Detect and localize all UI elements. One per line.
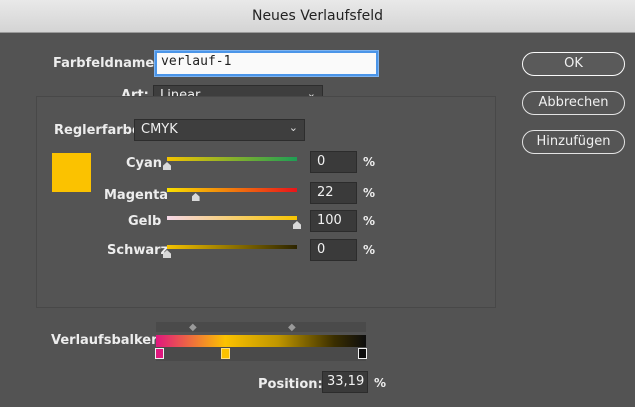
gradient-bar[interactable] (156, 335, 366, 347)
gradient-stop-start[interactable] (155, 348, 164, 359)
cyan-value-input[interactable]: 0 (310, 151, 357, 173)
window-title: Neues Verlaufsfeld (251, 8, 384, 24)
position-input[interactable]: 33,19 (322, 371, 368, 393)
stop-track[interactable] (156, 347, 366, 361)
magenta-percent: % (363, 186, 376, 200)
swatch-name-label: Farbfeldname: (53, 56, 160, 71)
cyan-slider-track[interactable] (167, 157, 297, 161)
black-value-input[interactable]: 0 (310, 239, 357, 261)
yellow-slider-track[interactable] (167, 216, 297, 220)
position-percent: % (374, 376, 387, 390)
midpoint-track (156, 322, 366, 332)
cyan-label: Cyan (126, 156, 163, 171)
midpoint-marker-2[interactable]: ◆ (288, 322, 296, 333)
black-percent: % (363, 243, 376, 257)
add-button[interactable]: Hinzufügen (522, 130, 625, 154)
midpoint-marker-1[interactable]: ◆ (189, 322, 197, 333)
color-mode-select[interactable]: CMYK ⌄ (134, 119, 305, 141)
cancel-button[interactable]: Abbrechen (522, 91, 625, 115)
yellow-label: Gelb (128, 214, 162, 229)
title-bar: Neues Verlaufsfeld (0, 0, 635, 33)
magenta-label: Magenta (104, 188, 169, 203)
magenta-value-input[interactable]: 22 (310, 182, 357, 204)
cyan-percent: % (363, 155, 376, 169)
ok-button[interactable]: OK (522, 52, 625, 76)
magenta-slider-track[interactable] (167, 188, 297, 192)
color-mode-select-value: CMYK (141, 122, 178, 137)
yellow-percent: % (363, 214, 376, 228)
color-swatch (52, 153, 91, 192)
chevron-down-icon: ⌄ (288, 121, 298, 134)
gradient-bar-label: Verlaufsbalken (51, 333, 161, 348)
gradient-stop-selected[interactable] (221, 348, 231, 359)
position-label: Position: (258, 377, 323, 392)
black-slider-track[interactable] (167, 245, 297, 249)
gradient-stop-end[interactable] (358, 348, 367, 359)
swatch-name-input[interactable]: verlauf-1 (155, 51, 378, 76)
black-label: Schwarz (107, 243, 169, 258)
yellow-value-input[interactable]: 100 (310, 210, 357, 232)
